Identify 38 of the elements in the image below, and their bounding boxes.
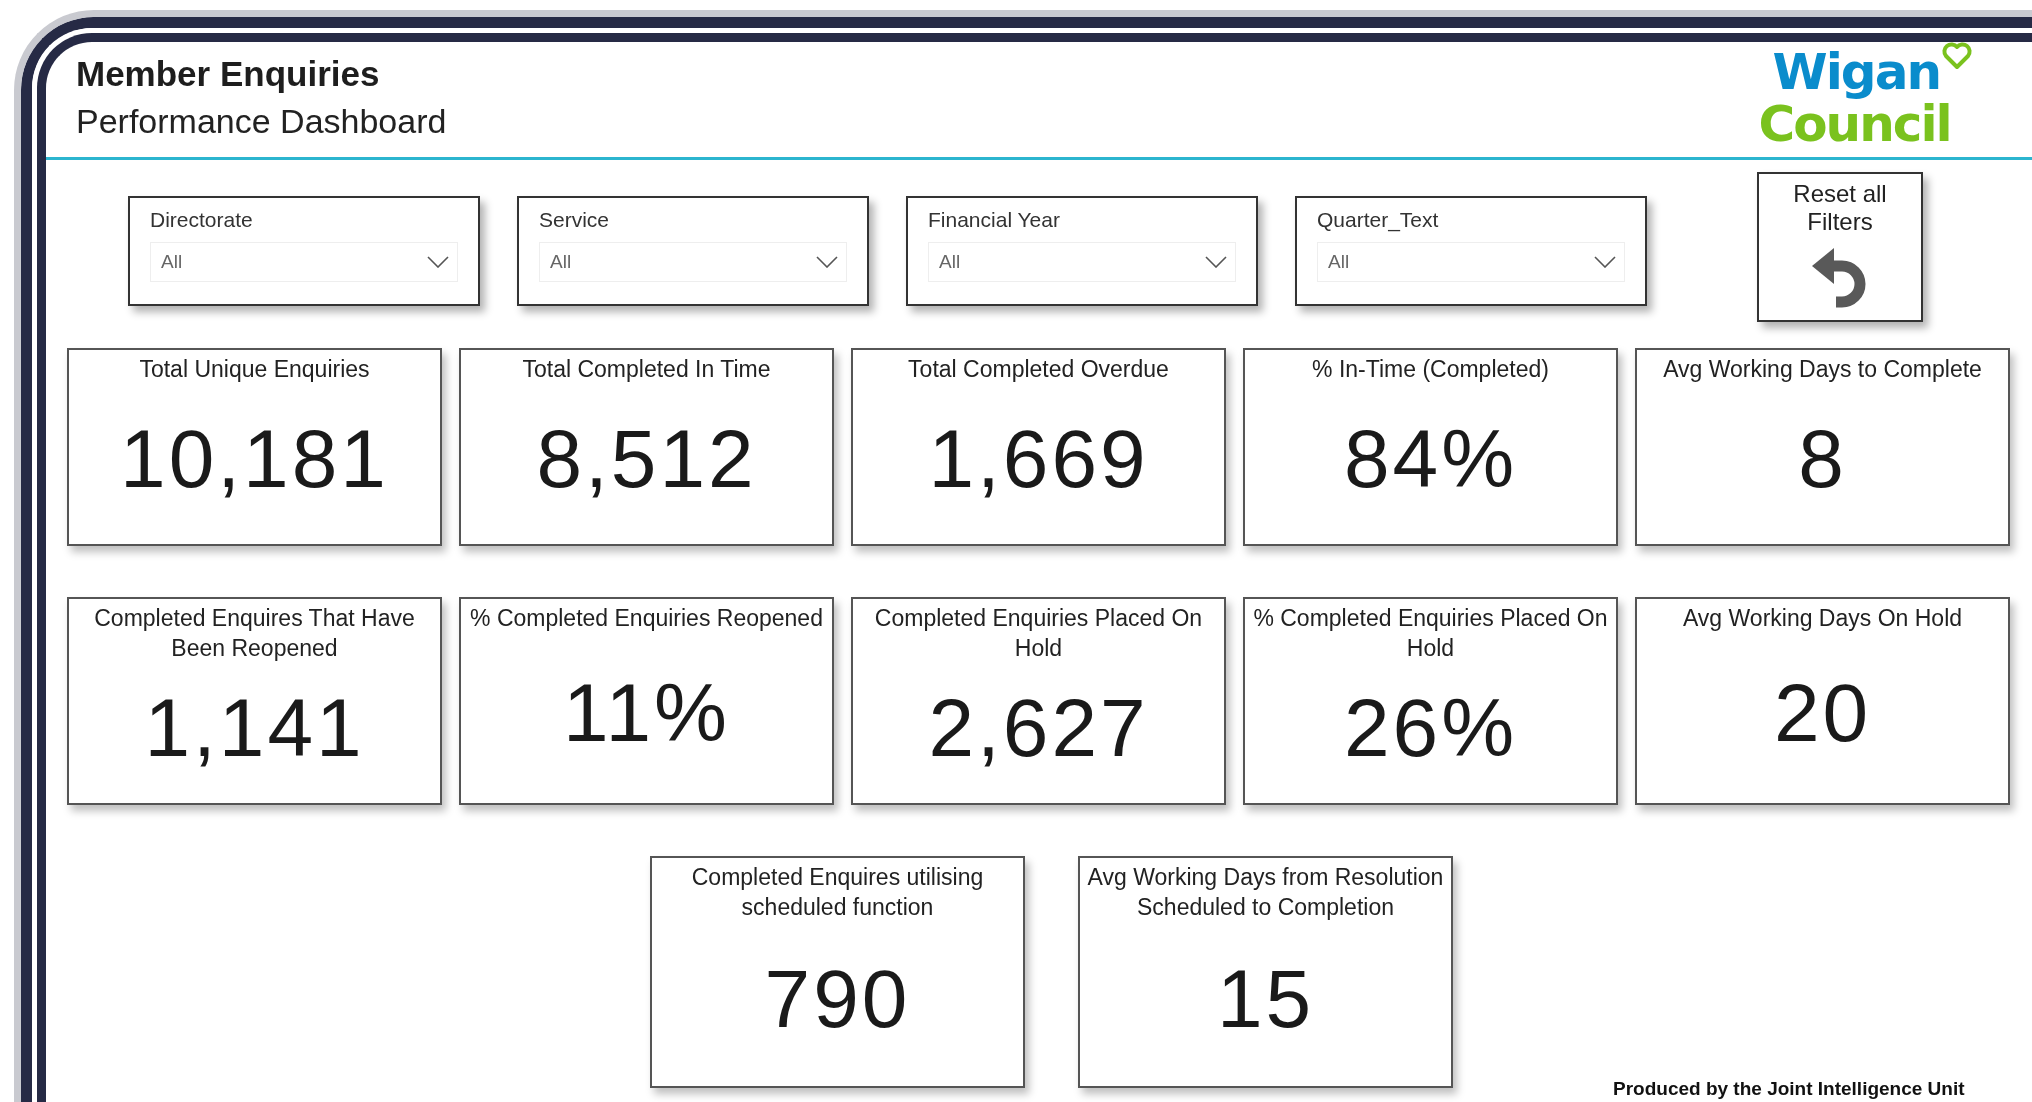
kpi-value: 15 <box>1216 952 1315 1046</box>
dropdown-field[interactable]: All <box>928 242 1236 282</box>
kpi-title: Total Completed Overdue <box>908 355 1169 384</box>
kpi-value: 8 <box>1798 412 1847 506</box>
kpi-value: 2,627 <box>928 681 1149 775</box>
kpi-value: 11% <box>562 666 730 760</box>
logo-text: Wigan <box>1772 46 1940 98</box>
logo-text: Council <box>1758 98 1951 150</box>
dashboard-subtitle: Performance Dashboard <box>76 102 447 141</box>
kpi-title: Total Unique Enquiries <box>139 355 370 384</box>
kpi-value: 20 <box>1773 666 1872 760</box>
dropdown-field[interactable]: All <box>150 242 458 282</box>
kpi-value: 10,181 <box>120 412 389 506</box>
dashboard-title: Member Enquiries <box>76 54 381 94</box>
kpi-title: Completed Enquires utilising scheduled function <box>690 863 985 922</box>
kpi-value: 1,141 <box>144 681 365 775</box>
slicer-label: Quarter_Text <box>1317 208 1440 232</box>
kpi-title: Avg Working Days from Resolution Scheduled to Completion <box>1086 863 1445 922</box>
kpi-title: Total Completed In Time <box>522 355 771 384</box>
slicer-label: Directorate <box>150 208 254 232</box>
dropdown-field[interactable]: All <box>1317 242 1625 282</box>
kpi-title: Avg Working Days On Hold <box>1682 604 1963 633</box>
kpi-value: 8,512 <box>536 412 757 506</box>
kpi-title: % Completed Enquiries Placed On Hold <box>1252 604 1609 663</box>
kpi-title: Avg Working Days to Complete <box>1663 355 1982 384</box>
kpi-title: Completed Enquiries Placed On Hold <box>873 604 1204 663</box>
footer-text: Produced by the Joint Intelligence Unit <box>1613 1078 1965 1100</box>
slicer-label: Service <box>539 208 611 232</box>
kpi-value: 790 <box>764 952 911 1046</box>
kpi-value: 1,669 <box>928 412 1149 506</box>
reset-filters-button[interactable]: Reset all Filters <box>1757 172 1923 322</box>
dropdown-field[interactable]: All <box>539 242 847 282</box>
kpi-value: 26% <box>1343 681 1518 775</box>
kpi-title: % Completed Enquiries Reopened <box>470 604 823 633</box>
kpi-title: % In-Time (Completed) <box>1312 355 1549 384</box>
kpi-title: Completed Enquires That Have Been Reopened <box>93 604 416 663</box>
kpi-value: 84% <box>1343 412 1518 506</box>
slicer-label: Financial Year <box>928 208 1061 232</box>
